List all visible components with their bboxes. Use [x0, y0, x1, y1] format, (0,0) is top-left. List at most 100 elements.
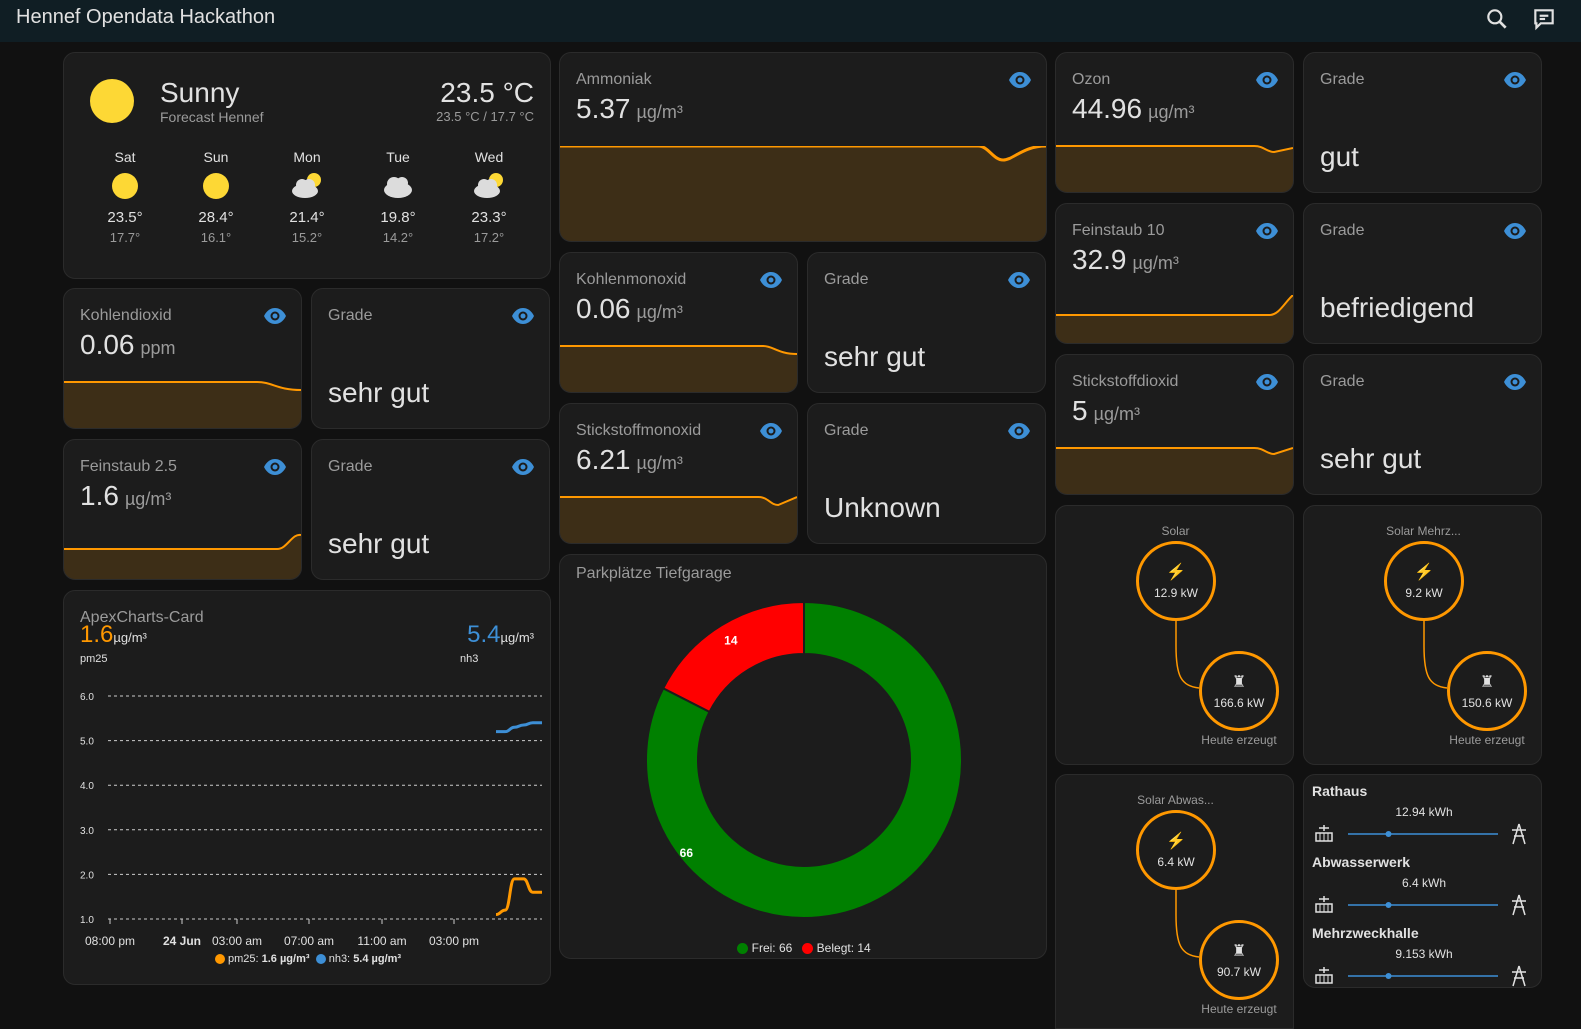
search-icon[interactable]: [1484, 6, 1510, 32]
eye-icon[interactable]: [511, 307, 535, 325]
sunny-icon: [90, 79, 134, 123]
transmission-tower-icon: ♜: [1231, 943, 1247, 960]
transmission-tower-icon: [1512, 823, 1526, 845]
sensor-value: 6.21 µg/m³: [576, 444, 683, 476]
forecast-low: 16.1°: [200, 230, 232, 245]
eye-icon[interactable]: [1255, 222, 1279, 240]
grade-card-feinstaub-10[interactable]: Grade befriedigend: [1303, 203, 1542, 344]
weather-subtitle: Forecast Hennef: [160, 109, 264, 125]
bar-label: Abwasserwerk: [1312, 854, 1411, 870]
solar-node[interactable]: ⚡ 6.4 kW: [1136, 810, 1216, 890]
eye-icon[interactable]: [1255, 373, 1279, 391]
legend-label-belegt: Belegt: 14: [816, 941, 871, 955]
grade-card-kohlendioxid[interactable]: Grade sehr gut: [311, 288, 550, 429]
grid-node[interactable]: ♜ 90.7 kW: [1199, 920, 1279, 1000]
solar-panel-icon: [1315, 967, 1333, 984]
grade-card-feinstaub-25[interactable]: Grade sehr gut: [311, 439, 550, 580]
eye-icon[interactable]: [1007, 271, 1031, 289]
eye-icon[interactable]: [263, 458, 287, 476]
eye-icon[interactable]: [759, 271, 783, 289]
sensor-name: Kohlenmonoxid: [576, 271, 687, 288]
y-tick-label: 5.0: [80, 737, 94, 748]
grid-node[interactable]: ♜ 166.6 kW: [1199, 651, 1279, 731]
grid-power: 90.7 kW: [1216, 965, 1261, 979]
sensor-name: Feinstaub 2.5: [80, 458, 177, 475]
sparkline-ozon: [1056, 145, 1293, 192]
sensor-card-ammoniak[interactable]: Ammoniak 5.37 µg/m³: [559, 52, 1047, 242]
eye-icon[interactable]: [1503, 71, 1527, 89]
energy-caption: Heute erzeugt: [1449, 733, 1525, 747]
nh3-series-name: nh3: [460, 653, 479, 665]
parking-card[interactable]: Parkplätze Tiefgarage 66 14 Frei: 66 Bele…: [559, 554, 1047, 959]
legend-marker-belegt: [802, 943, 814, 955]
sensor-name: Stickstoffmonoxid: [576, 422, 702, 439]
parking-donut-chart[interactable]: 66 14: [560, 555, 1047, 935]
eye-icon[interactable]: [263, 307, 287, 325]
eye-icon[interactable]: [1008, 71, 1032, 89]
pm25-header-value: 1.6µg/m³: [80, 621, 147, 649]
forecast-high: 23.3°: [471, 209, 507, 226]
sparkline-ammoniak: [560, 146, 1046, 241]
nh3-value: 5.4: [467, 621, 501, 648]
eye-icon[interactable]: [1255, 71, 1279, 89]
grade-value: sehr gut: [328, 528, 430, 559]
grade-label: Grade: [824, 422, 869, 439]
legend-marker-nh3: [315, 954, 326, 965]
sparkline-feinstaub-10: [1056, 295, 1293, 343]
donut-slice-belegt: [661, 600, 805, 714]
eye-icon[interactable]: [1503, 373, 1527, 391]
eye-icon[interactable]: [1503, 222, 1527, 240]
energy-card-solar[interactable]: Solar ⚡ 12.9 kW ♜ 166.6 kW Heute erzeugt: [1055, 505, 1294, 765]
pm25-value: 1.6: [80, 621, 114, 648]
solar-node[interactable]: ⚡ 12.9 kW: [1136, 541, 1216, 621]
sensor-number: 5: [1072, 395, 1088, 426]
sensor-card-feinstaub-10[interactable]: Feinstaub 10 32.9 µg/m³: [1055, 203, 1294, 344]
eye-icon[interactable]: [1007, 422, 1031, 440]
nh3-header-value: 5.4µg/m³: [467, 621, 534, 649]
sensor-unit: µg/m³: [1093, 404, 1140, 424]
weather-forecast-card[interactable]: Sunny Forecast Hennef 23.5 °C 23.5 °C / …: [63, 52, 551, 279]
forecast-day-name: Sat: [114, 149, 136, 165]
forecast-low: 15.2°: [291, 230, 323, 245]
sensor-card-feinstaub-25[interactable]: Feinstaub 2.5 1.6 µg/m³: [63, 439, 302, 580]
bar-row: [1315, 965, 1526, 987]
energy-card-solar-mehrzweckhalle[interactable]: Solar Mehrz... ⚡ 9.2 kW ♜ 150.6 kW Heute…: [1303, 505, 1542, 765]
sensor-name: Feinstaub 10: [1072, 222, 1165, 239]
line-chart[interactable]: 6.0 5.0 4.0 3.0 2.0 1.0 08:00 pm 24 Jun 03:00 am…: [64, 681, 551, 951]
apexcharts-card[interactable]: ApexCharts-Card 1.6µg/m³ pm25 5.4µg/m³ n…: [63, 590, 551, 985]
grid-node[interactable]: ♜ 150.6 kW: [1447, 651, 1527, 731]
sensor-card-kohlenmonoxid[interactable]: Kohlenmonoxid 0.06 µg/m³: [559, 252, 798, 393]
grade-card-ozon[interactable]: Grade gut: [1303, 52, 1542, 193]
parking-legend: Frei: 66 Belegt: 14: [560, 941, 1046, 955]
sensor-name: Ozon: [1072, 71, 1111, 88]
forecast-low: 17.2°: [473, 230, 505, 245]
grade-card-stickstoffmonoxid[interactable]: Grade Unknown: [807, 403, 1046, 544]
sensor-card-kohlendioxid[interactable]: Kohlendioxid 0.06 ppm: [63, 288, 302, 429]
chart-legend: pm25: 1.6 µg/m³ nh3: 5.4 µg/m³: [64, 953, 550, 965]
sensor-card-stickstoffmonoxid[interactable]: Stickstoffmonoxid 6.21 µg/m³: [559, 403, 798, 544]
sensor-number: 6.21: [576, 444, 631, 475]
legend-label-frei: Frei: 66: [751, 941, 793, 955]
sensor-value: 32.9 µg/m³: [1072, 244, 1179, 276]
energy-bars-card[interactable]: Rathaus 12.94 kWh Abwasserwerk 6.4 kWh Mehrz…: [1303, 774, 1542, 988]
energy-card-solar-abwasserwerk[interactable]: Solar Abwas... ⚡ 6.4 kW ♜ 90.7 kW Heute …: [1055, 774, 1294, 1029]
grade-label: Grade: [1320, 373, 1365, 390]
y-tick-label: 2.0: [80, 870, 94, 881]
eye-icon[interactable]: [511, 458, 535, 476]
sensor-number: 0.06: [80, 329, 135, 360]
grade-card-stickstoffdioxid[interactable]: Grade sehr gut: [1303, 354, 1542, 495]
transmission-tower-icon: ♜: [1479, 674, 1495, 691]
sensor-card-ozon[interactable]: Ozon 44.96 µg/m³: [1055, 52, 1294, 193]
bar-marker: [1385, 831, 1392, 837]
donut-label-belegt: 14: [724, 634, 738, 648]
x-tick-label: 03:00 am: [212, 934, 262, 948]
grade-card-kohlenmonoxid[interactable]: Grade sehr gut: [807, 252, 1046, 393]
solar-panel-icon: [1315, 825, 1333, 842]
sensor-card-stickstoffdioxid[interactable]: Stickstoffdioxid 5 µg/m³: [1055, 354, 1294, 495]
assist-icon[interactable]: [1531, 6, 1557, 32]
x-tick-label: 07:00 am: [284, 934, 334, 948]
eye-icon[interactable]: [759, 422, 783, 440]
transmission-tower-icon: [1512, 965, 1526, 987]
solar-node[interactable]: ⚡ 9.2 kW: [1384, 541, 1464, 621]
grade-label: Grade: [824, 271, 869, 288]
